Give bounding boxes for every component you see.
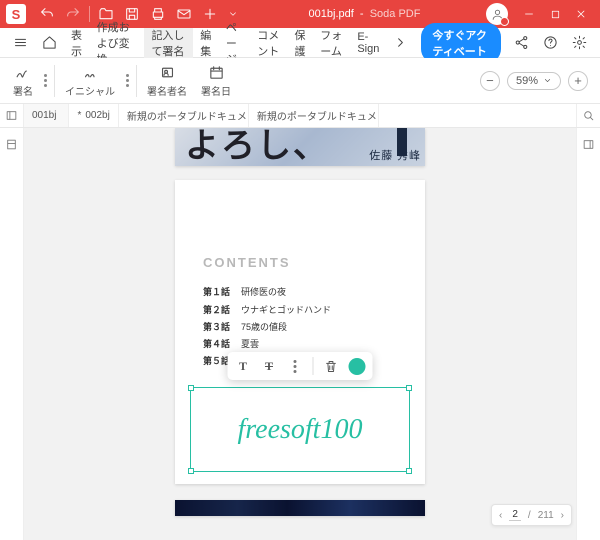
home-icon[interactable]: [35, 28, 64, 58]
handle-bl[interactable]: [188, 468, 194, 474]
close-button[interactable]: [569, 2, 593, 26]
hamburger-icon[interactable]: [6, 28, 35, 58]
zoom-controls: − 59% +: [480, 71, 594, 91]
doc-tab-4[interactable]: 新規のポータブルドキュメント「3: [249, 104, 379, 127]
tool-sign[interactable]: 署名: [6, 64, 40, 98]
menu-protect[interactable]: 保護: [288, 28, 314, 58]
maximize-button[interactable]: [543, 2, 567, 26]
toc-row: 第２話ウナギとゴッドハンド: [203, 302, 397, 319]
activate-button[interactable]: 今すぐアクティベート: [421, 23, 501, 63]
minimize-button[interactable]: [517, 2, 541, 26]
menu-fill-sign[interactable]: 記入して署名: [144, 28, 193, 58]
print-icon[interactable]: [150, 6, 166, 22]
zoom-out-button[interactable]: −: [480, 71, 500, 91]
menu-esign[interactable]: E-Sign: [350, 28, 386, 58]
handle-tr[interactable]: [406, 385, 412, 391]
titlebar-chevron-down-icon[interactable]: [228, 6, 238, 22]
doc-tab-2[interactable]: *002bj: [69, 104, 118, 127]
font-style-1[interactable]: T: [235, 358, 252, 375]
font-style-2[interactable]: T: [261, 358, 278, 375]
panel-toggle-icon[interactable]: [0, 104, 24, 127]
toc-row: 第１話研修医の夜: [203, 284, 397, 301]
page-2: CONTENTS 第１話研修医の夜 第２話ウナギとゴッドハンド 第３話75歳の値…: [175, 180, 425, 484]
page-navigator: ‹ 2 / 211 ›: [491, 504, 572, 526]
toolbar-more[interactable]: [287, 358, 304, 375]
tool-sign-more[interactable]: [40, 65, 51, 97]
pager-prev[interactable]: ‹: [499, 510, 502, 521]
menu-comment[interactable]: コメント: [250, 28, 287, 58]
undo-icon[interactable]: [39, 6, 55, 22]
document-viewport[interactable]: よろし、 佐藤 秀峰 CONTENTS 第１話研修医の夜 第２話ウナギとゴッドハ…: [24, 128, 576, 540]
right-panel-icon[interactable]: [577, 132, 600, 156]
doc-tab-1[interactable]: 001bj: [24, 104, 69, 127]
menu-view[interactable]: 表示: [64, 28, 90, 58]
menu-page[interactable]: ページ: [219, 28, 250, 58]
zoom-in-button[interactable]: +: [568, 71, 588, 91]
handle-tl[interactable]: [188, 385, 194, 391]
thumbnails-icon[interactable]: [0, 132, 24, 156]
tool-initial-more[interactable]: [122, 65, 133, 97]
doc-tab-3[interactable]: 新規のポータブルドキュメント 2*: [119, 104, 249, 127]
tool-signer[interactable]: 署名者名: [140, 64, 194, 98]
menu-edit[interactable]: 編集: [193, 28, 219, 58]
tool-date[interactable]: 署名日: [194, 64, 238, 98]
folder-icon[interactable]: [98, 6, 114, 22]
menu-form[interactable]: フォーム: [313, 28, 350, 58]
document-tabs: 001bj *002bj 新規のポータブルドキュメント 2* 新規のポータブルド…: [0, 104, 600, 128]
window-title: 001bj.pdf - Soda PDF: [243, 8, 486, 20]
tool-initial[interactable]: イニシャル: [58, 64, 122, 98]
settings-icon[interactable]: [565, 28, 594, 58]
signature-field[interactable]: freesoft100: [190, 387, 410, 472]
right-sidebar: [576, 128, 600, 540]
titlebar: S 001bj.pdf - Soda PDF: [0, 0, 600, 28]
account-avatar[interactable]: [486, 3, 508, 25]
page1-title: よろし、: [185, 128, 329, 166]
toolbar: 署名 イニシャル 署名者名 署名日 − 59% +: [0, 58, 600, 104]
zoom-value[interactable]: 59%: [507, 72, 561, 90]
toc-row: 第４話夏雲: [203, 336, 397, 353]
add-icon[interactable]: [202, 6, 218, 22]
save-icon[interactable]: [124, 6, 140, 22]
menubar: 表示 作成および変換 記入して署名 編集 ページ コメント 保護 フォーム E-…: [0, 28, 600, 58]
menu-create[interactable]: 作成および変換: [90, 28, 145, 58]
signature-text: freesoft100: [238, 414, 363, 446]
help-icon[interactable]: [536, 28, 565, 58]
page-3-partial: [175, 500, 425, 516]
pager-next[interactable]: ›: [561, 510, 564, 521]
signature-toolbar: T T: [228, 352, 373, 380]
search-icon[interactable]: [576, 104, 600, 127]
mail-icon[interactable]: [176, 6, 192, 22]
app-logo: S: [6, 4, 26, 24]
page1-author: 佐藤 秀峰: [369, 147, 421, 163]
toc-row: 第３話75歳の値段: [203, 319, 397, 336]
pager-current[interactable]: 2: [509, 509, 521, 521]
handle-br[interactable]: [406, 468, 412, 474]
menu-overflow-icon[interactable]: [386, 28, 415, 58]
delete-icon[interactable]: [323, 358, 340, 375]
share-icon[interactable]: [507, 28, 536, 58]
redo-icon[interactable]: [65, 6, 81, 22]
contents-heading: CONTENTS: [203, 255, 397, 270]
page-1-partial: よろし、 佐藤 秀峰: [175, 128, 425, 166]
workspace: よろし、 佐藤 秀峰 CONTENTS 第１話研修医の夜 第２話ウナギとゴッドハ…: [0, 128, 600, 540]
left-sidebar: [0, 128, 24, 540]
pager-total: 211: [538, 510, 554, 521]
pager-sep: /: [528, 510, 531, 521]
color-swatch[interactable]: [349, 358, 366, 375]
